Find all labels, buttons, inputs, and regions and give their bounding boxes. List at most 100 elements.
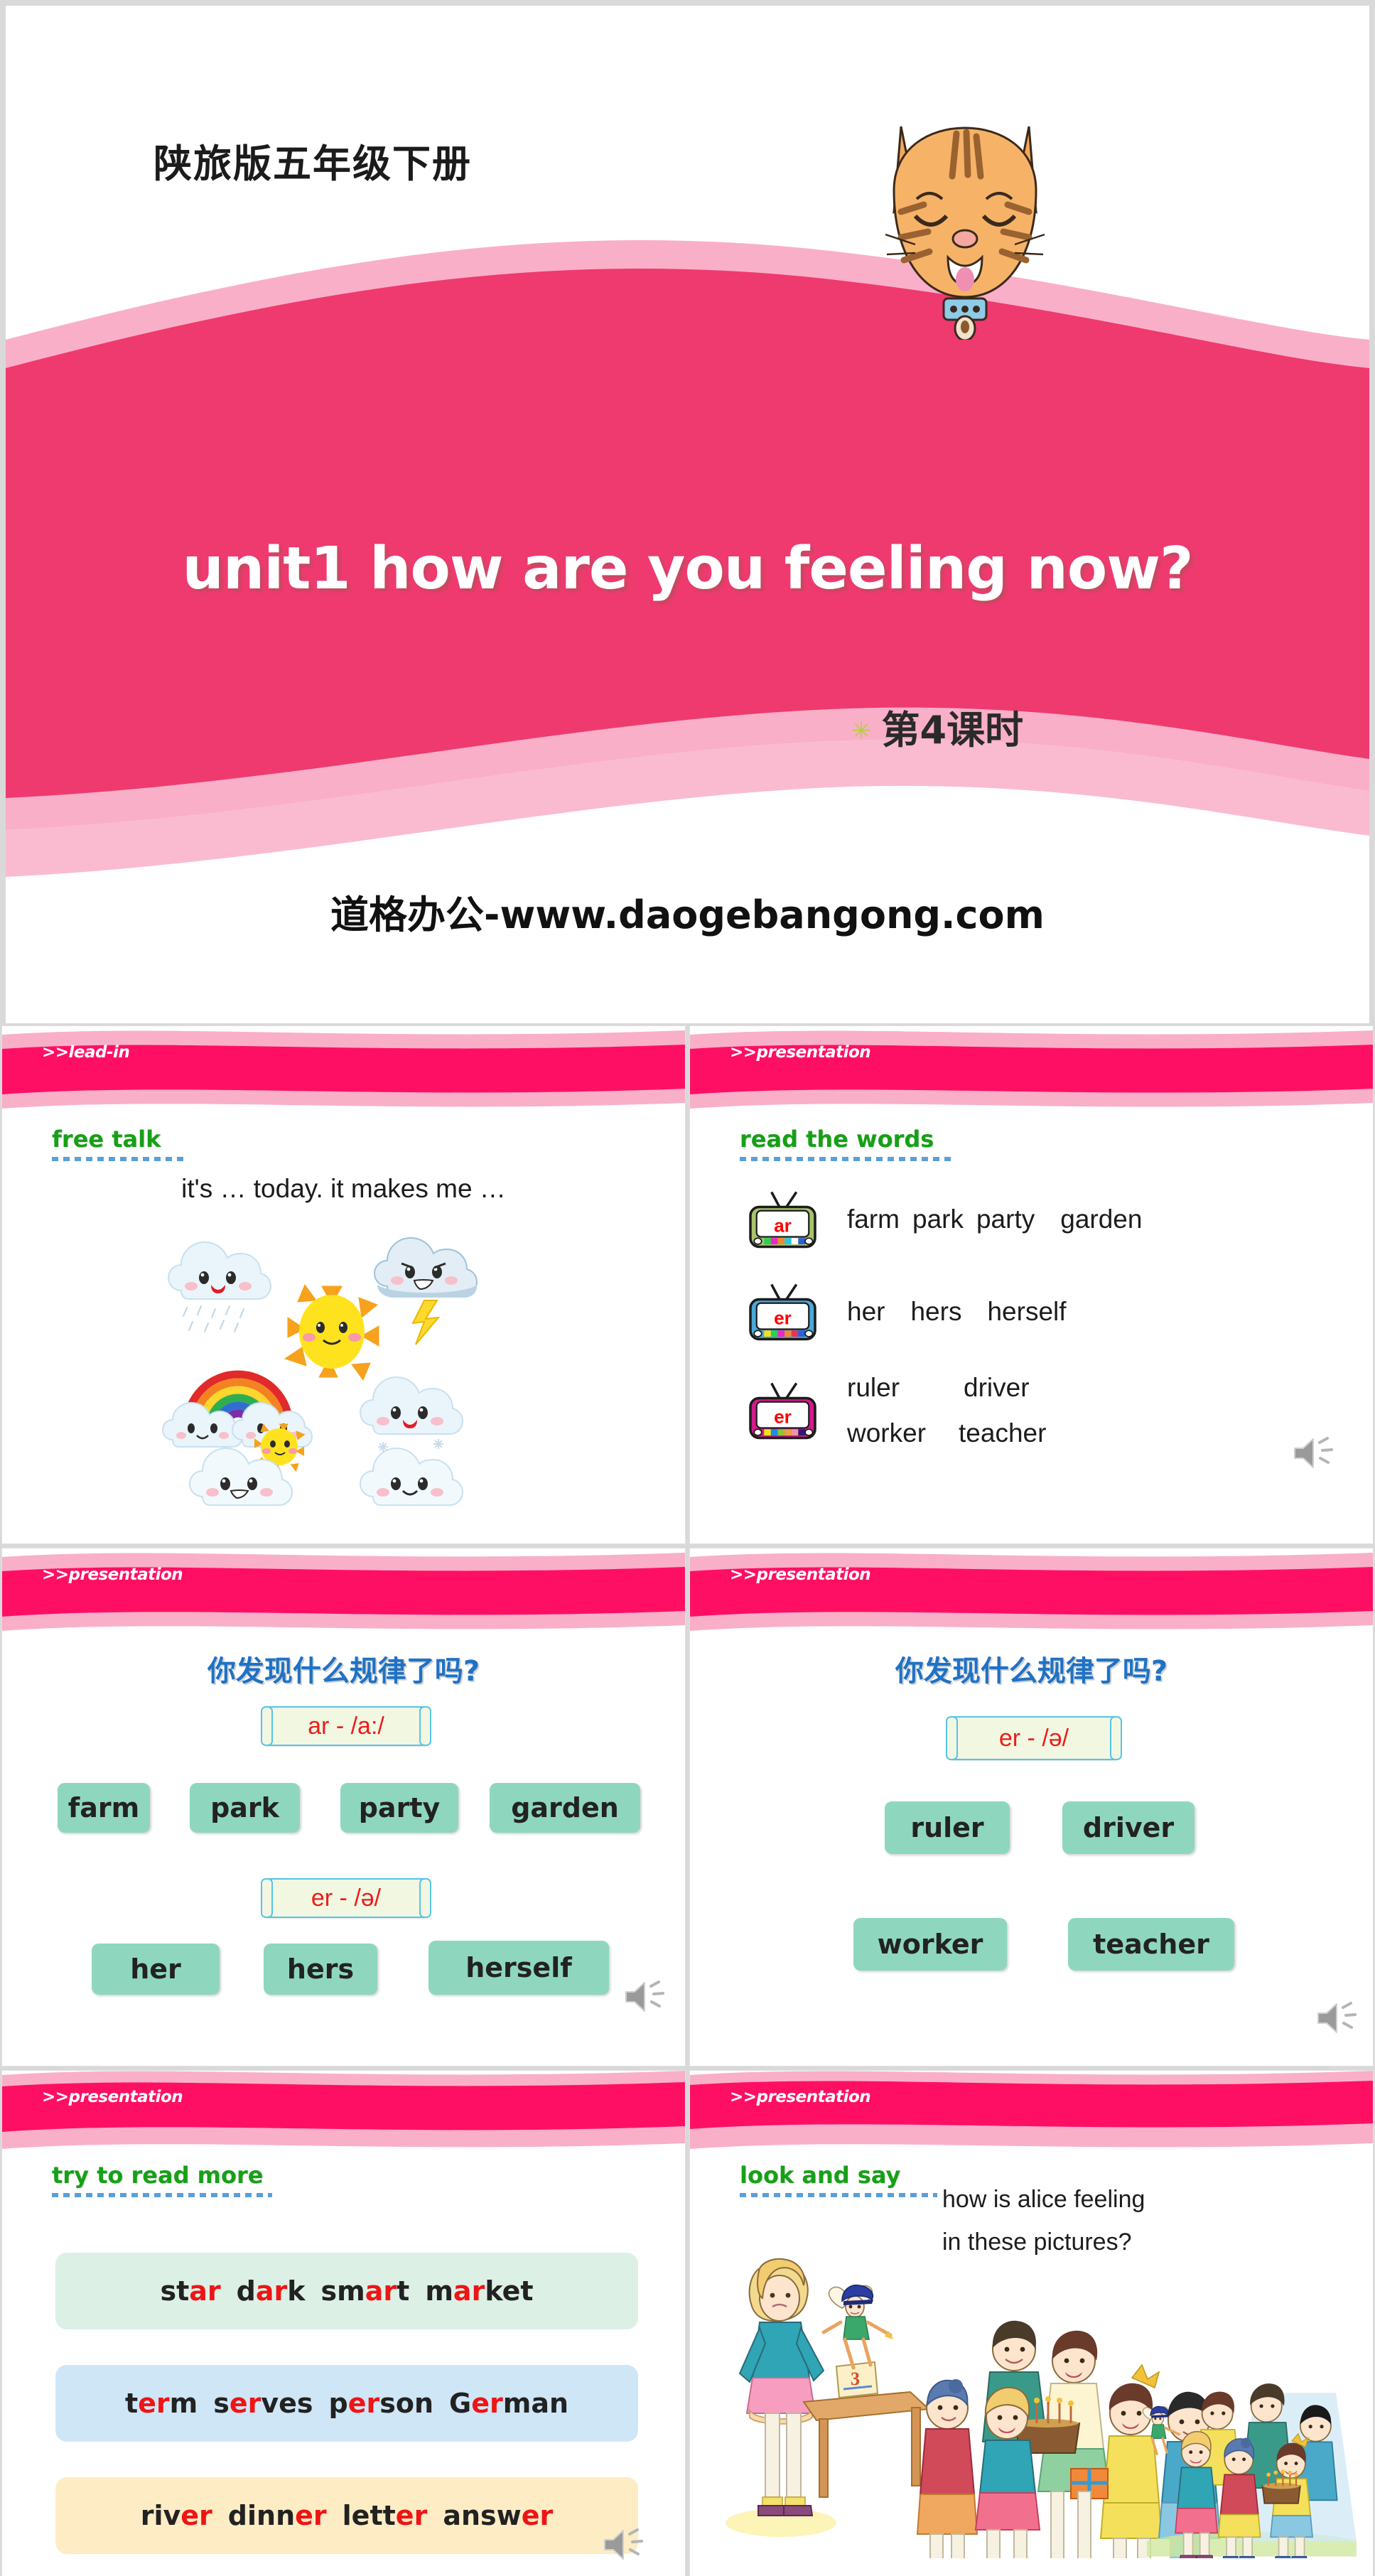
chip-ruler[interactable]: ruler [885, 1801, 1010, 1854]
slide-heading-block: free talk [52, 1126, 185, 1161]
rule-scroll-er: er - /ə/ [261, 1878, 431, 1918]
word-star: star [160, 2275, 221, 2307]
slide-section-tag: >>lead-in [42, 1043, 130, 1062]
chip-party[interactable]: party [340, 1783, 458, 1833]
slide-heading-text: look and say [740, 2162, 901, 2189]
presentation-page: 陕旅版五年级下册 unit1 how are you feeling now? … [0, 0, 1375, 2576]
slide-header-wave [690, 2071, 1373, 2149]
slide-thumbnail-read-the-words[interactable]: >>presentation read the words ar farm pa… [689, 1025, 1374, 1544]
word-term: term [124, 2388, 198, 2419]
slide-header-wave [2, 1030, 685, 1109]
chip-herself[interactable]: herself [428, 1941, 609, 1995]
alice-birthday-scene-illustration: 3 [726, 2258, 1357, 2558]
chip-driver[interactable]: driver [1062, 1801, 1195, 1854]
speaker-icon[interactable] [622, 1975, 666, 2019]
slide-heading-text: free talk [52, 1126, 161, 1153]
word-worker: worker [847, 1418, 927, 1448]
word-dinner: dinner [227, 2500, 327, 2531]
cover-book-title: 陕旅版五年级下册 [153, 141, 472, 186]
word-garden: garden [1060, 1205, 1143, 1234]
slide-section-tag: >>presentation [730, 1565, 871, 1584]
phonics-row-er-2: er ruler driver worker teacher [745, 1373, 1046, 1448]
slide-heading-block: read the words [740, 1126, 953, 1161]
heading-dotted-underline [740, 1157, 953, 1161]
word-market: market [425, 2275, 534, 2307]
watermark-text: 道格办公-www.daogebangong.com [330, 893, 1045, 937]
tv-icon-ar: ar [749, 1191, 816, 1249]
slide-header-wave [690, 1030, 1373, 1109]
wordbar-er-2: river dinner letter answer [55, 2477, 638, 2554]
cover-lesson-number: ✳ 第4课时 [851, 699, 1023, 755]
heading-dotted-underline [740, 2193, 937, 2197]
word-park: park [912, 1205, 964, 1234]
word-serves: serves [213, 2388, 313, 2419]
chip-teacher[interactable]: teacher [1068, 1918, 1234, 1971]
slide-thumbnail-grid: >>lead-in free talk it's … today. it mak… [0, 1025, 1375, 2576]
word-party: party [976, 1205, 1035, 1234]
tv-icon-er-pink: er [749, 1382, 816, 1440]
slide-thumbnail-rule-er[interactable]: >>presentation 你发现什么规律了吗? er - /ə/ ruler… [689, 1548, 1374, 2066]
free-talk-prompt: it's … today. it makes me … [181, 1174, 506, 1203]
svg-text:ar: ar [774, 1215, 792, 1236]
word-answer: answer [443, 2500, 554, 2531]
phonics-words-ar: farm park party garden [847, 1205, 1142, 1234]
phonics-words-er-1: her hers herself [847, 1297, 1067, 1327]
word-hers: hers [910, 1297, 962, 1326]
cat-mascot-icon [885, 126, 1045, 340]
slide-heading-text: read the words [740, 1126, 934, 1153]
slide-thumbnail-rule-ar-er[interactable]: >>presentation 你发现什么规律了吗? ar - /a:/ farm… [1, 1548, 686, 2066]
word-letter: letter [342, 2500, 428, 2531]
rule-scroll-ar: ar - /a:/ [261, 1706, 431, 1746]
cover-slide[interactable]: 陕旅版五年级下册 unit1 how are you feeling now? … [6, 6, 1369, 1023]
rule-text-er: er - /ə/ [311, 1884, 382, 1912]
word-dark: dark [236, 2275, 306, 2307]
word-herself: herself [987, 1297, 1067, 1326]
slide-section-tag: >>presentation [42, 1565, 183, 1584]
word-german: German [449, 2388, 569, 2419]
rule-question: 你发现什么规律了吗? [895, 1655, 1168, 1688]
chip-worker[interactable]: worker [853, 1918, 1007, 1971]
rule-scroll-er: er - /ə/ [946, 1716, 1122, 1760]
rule-text-er: er - /ə/ [998, 1724, 1069, 1752]
speaker-icon[interactable] [600, 2523, 645, 2567]
slide-header-wave [690, 1553, 1373, 1631]
wordbar-er-1: term serves person German [55, 2365, 638, 2442]
cover-main-title: unit1 how are you feeling now? [182, 535, 1193, 603]
chip-hers[interactable]: hers [264, 1944, 377, 1995]
slide-header-wave [2, 2071, 685, 2149]
slide-thumbnail-try-to-read-more[interactable]: >>presentation try to read more star dar… [1, 2070, 686, 2576]
word-person: person [328, 2388, 434, 2419]
phonics-row-ar: ar farm park party garden [745, 1188, 1142, 1251]
phonics-words-er-2-line1: ruler driver [847, 1373, 1046, 1403]
heading-dotted-underline [52, 1157, 185, 1161]
phonics-words-er-2-line2: worker teacher [847, 1418, 1046, 1448]
chip-farm[interactable]: farm [58, 1783, 150, 1833]
chip-garden[interactable]: garden [490, 1783, 640, 1833]
word-farm: farm [847, 1205, 900, 1234]
phonics-row-er-1: er her hers herself [745, 1281, 1067, 1343]
speaker-icon[interactable] [1290, 1431, 1334, 1475]
tv-icon-er-blue: er [749, 1283, 816, 1341]
phonics-words-er-2: ruler driver worker teacher [847, 1373, 1046, 1448]
slide-header-wave [2, 1553, 685, 1631]
rule-text-ar: ar - /a:/ [308, 1712, 384, 1740]
svg-text:3: 3 [851, 2368, 860, 2389]
slide-section-tag: >>presentation [730, 2088, 871, 2106]
cover-lesson-label: 第4课时 [881, 708, 1024, 753]
word-her: her [847, 1297, 885, 1326]
chip-her[interactable]: her [92, 1944, 220, 1995]
slide-section-tag: >>presentation [42, 2088, 183, 2106]
speaker-icon[interactable] [1314, 1996, 1358, 2040]
slide-section-tag: >>presentation [730, 1043, 871, 1062]
word-smart: smart [320, 2275, 410, 2307]
slide-thumbnail-lead-in[interactable]: >>lead-in free talk it's … today. it mak… [1, 1025, 686, 1544]
slide-heading-block: try to read more [52, 2162, 272, 2197]
chip-park[interactable]: park [190, 1783, 300, 1833]
word-ruler: ruler [847, 1373, 900, 1402]
svg-text:er: er [774, 1308, 792, 1329]
slide-heading-text: try to read more [52, 2162, 264, 2189]
rule-question: 你发现什么规律了吗? [207, 1655, 480, 1688]
slide-heading-block: look and say [740, 2162, 937, 2197]
slide-thumbnail-look-and-say[interactable]: >>presentation look and say how is alice… [689, 2070, 1374, 2576]
svg-text:er: er [774, 1406, 792, 1428]
